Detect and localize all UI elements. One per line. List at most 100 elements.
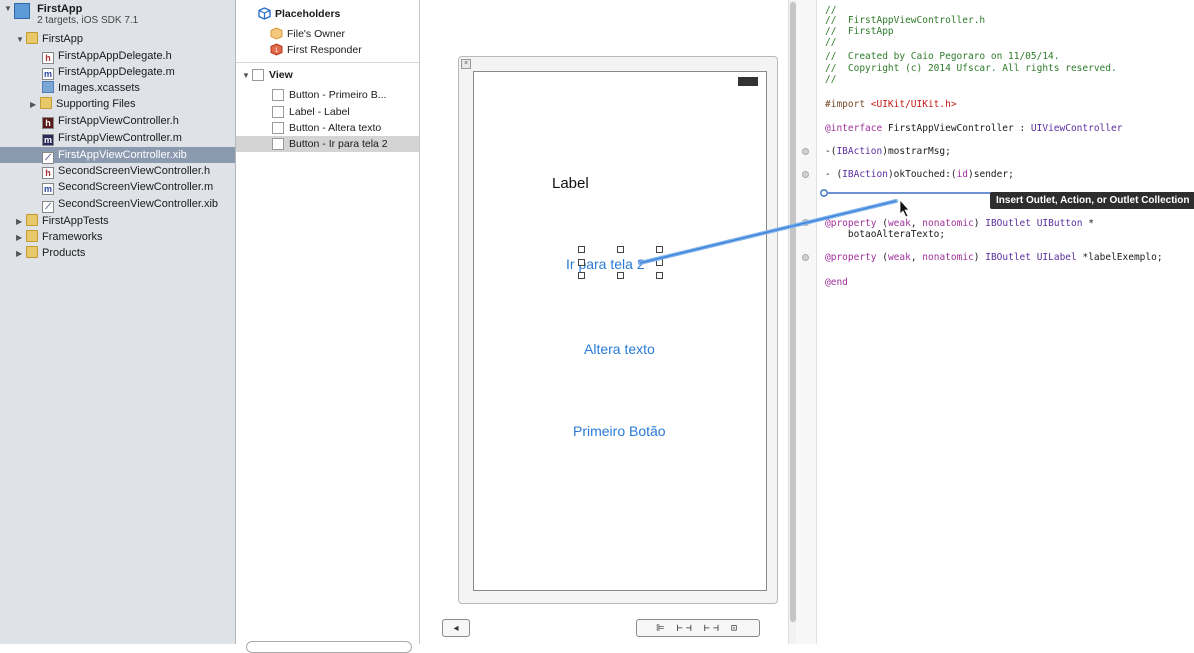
outline-button-ir[interactable]: Button - Ir para tela 2 (236, 136, 419, 152)
disclosure-triangle-icon[interactable]: ▼ (4, 3, 14, 15)
nav-item-appdelegate-m[interactable]: m FirstAppAppDelegate.m (42, 64, 175, 80)
nav-item-secondscreen-h[interactable]: h SecondScreenViewController.h (42, 163, 210, 179)
resize-handle[interactable] (578, 272, 585, 279)
toggle-outline-icon[interactable]: ◂ (442, 619, 470, 637)
code-line-method-1: -(IBAction)mostrarMsg; (825, 146, 951, 157)
nav-item-viewcontroller-h[interactable]: h FirstAppViewController.h (42, 113, 179, 129)
nav-item-label: FirstAppViewController.m (58, 132, 182, 144)
align-icon[interactable]: ⊫ (656, 623, 668, 634)
canvas-button-primeiro-botao[interactable]: Primeiro Botão (573, 423, 666, 439)
disclosure-triangle-icon[interactable]: ▶ (16, 246, 26, 262)
resize-handle[interactable] (656, 246, 663, 253)
resize-handle[interactable] (617, 246, 624, 253)
outline-button-altera[interactable]: Button - Altera texto (272, 120, 381, 136)
nav-item-appdelegate-h[interactable]: h FirstAppAppDelegate.h (42, 48, 172, 64)
connection-dot-icon[interactable] (802, 254, 809, 261)
code-line: // (825, 37, 837, 48)
outline-item-label: Button - Primeiro B... (289, 89, 387, 101)
resizing-icon[interactable]: ⊡ (731, 623, 740, 634)
disclosure-triangle-icon[interactable]: ▼ (16, 32, 26, 48)
nav-item-images-xcassets[interactable]: Images.xcassets (42, 80, 140, 96)
connection-dot-icon[interactable] (802, 171, 809, 178)
code-token: <UIKit/UIKit.h> (870, 99, 957, 110)
disclosure-triangle-icon[interactable]: ▼ (242, 68, 252, 84)
project-icon (14, 3, 30, 19)
button-object-icon (272, 138, 284, 150)
code-token: , (910, 218, 923, 229)
nav-item-secondscreen-m[interactable]: m SecondScreenViewController.m (42, 179, 213, 195)
code-line-property-2: @property (weak, nonatomic) IBOutlet UIL… (825, 252, 1163, 263)
nav-item-products[interactable]: ▶ Products (16, 245, 85, 261)
code-token: )mostrarMsg; (882, 146, 951, 157)
canvas-label[interactable]: Label (552, 175, 589, 192)
nav-item-supporting-files[interactable]: ▶ Supporting Files (30, 96, 136, 112)
implementation-file-icon: m (42, 68, 54, 80)
resize-handle[interactable] (617, 272, 624, 279)
nav-item-label: FirstAppViewController.h (58, 115, 179, 127)
code-line-method-2: - (IBAction)okTouched:(id)sender; (825, 169, 1014, 180)
connection-dot-icon[interactable] (802, 148, 809, 155)
disclosure-triangle-icon[interactable]: ▶ (30, 97, 40, 113)
battery-icon (738, 77, 758, 86)
outline-first-responder[interactable]: 1 First Responder (270, 42, 362, 58)
header-file-icon: h (42, 52, 54, 64)
code-token: @property (825, 252, 877, 263)
iphone-screen-view[interactable]: Label Ir para tela 2 Altera texto Primei… (473, 71, 767, 591)
folder-icon (40, 97, 52, 109)
nav-item-frameworks[interactable]: ▶ Frameworks (16, 229, 103, 245)
resize-handle[interactable] (578, 246, 585, 253)
interface-builder-canvas[interactable]: × Label Ir para tela 2 Altera texto Prim… (420, 0, 788, 644)
nav-item-label: FirstAppViewController.xib (58, 149, 187, 161)
canvas-button-altera-texto[interactable]: Altera texto (584, 341, 655, 357)
code-line: // (825, 74, 837, 85)
nav-item-label: SecondScreenViewController.xib (58, 198, 218, 210)
outline-view-header[interactable]: ▼ View (242, 67, 293, 83)
resolve-icon[interactable]: ⊢⊣ (704, 623, 722, 634)
code-token: FirstAppViewController : (882, 123, 1031, 134)
nav-item-label: FirstAppTests (42, 215, 109, 227)
nav-item-label: Images.xcassets (58, 82, 140, 94)
code-token: *labelExemplo; (1076, 252, 1163, 263)
nav-item-viewcontroller-m[interactable]: m FirstAppViewController.m (42, 130, 182, 146)
outline-label[interactable]: Label - Label (272, 104, 350, 120)
assistant-code-editor[interactable]: // // FirstAppViewController.h // FirstA… (817, 0, 1194, 644)
outline-button-primeiro[interactable]: Button - Primeiro B... (272, 87, 386, 103)
resize-handle[interactable] (578, 259, 585, 266)
header-file-icon: h (42, 167, 54, 179)
disclosure-triangle-icon[interactable]: ▶ (16, 214, 26, 230)
first-responder-cube-icon: 1 (270, 43, 283, 56)
header-file-icon: h (42, 117, 54, 129)
code-token: IBOutlet (985, 218, 1031, 229)
nav-item-label: FirstAppAppDelegate.m (58, 66, 175, 78)
document-outline: Placeholders File's Owner 1 First Respond… (236, 0, 420, 653)
nav-item-firstapp-folder[interactable]: ▼ FirstApp (16, 31, 83, 47)
implementation-file-icon: m (42, 134, 54, 146)
outline-item-label: Button - Altera texto (289, 122, 382, 134)
close-icon[interactable]: × (461, 59, 471, 69)
resize-handle[interactable] (656, 259, 663, 266)
device-frame: × Label Ir para tela 2 Altera texto Prim… (458, 56, 778, 604)
disclosure-triangle-icon[interactable]: ▶ (16, 230, 26, 246)
nav-item-viewcontroller-xib[interactable]: ⟋ FirstAppViewController.xib (0, 147, 235, 164)
layout-tools-group[interactable]: ⊫ ⊢⊣ ⊢⊣ ⊡ (636, 619, 760, 637)
code-line-property-1-cont: botaoAlteraTexto; (825, 229, 946, 240)
nav-item-label: Products (42, 247, 86, 259)
outline-filter-field[interactable] (246, 641, 412, 653)
code-token: UIButton (1030, 218, 1083, 229)
project-root-row[interactable]: ▼ FirstApp 2 targets, iOS SDK 7.1 (4, 3, 138, 31)
outline-section-title: Placeholders (275, 8, 341, 20)
pin-icon[interactable]: ⊢⊣ (677, 623, 695, 634)
code-token: ) (973, 218, 986, 229)
outline-divider (236, 62, 419, 63)
nav-item-label: Supporting Files (56, 98, 136, 110)
code-token: ( (876, 252, 888, 263)
code-token: , (910, 252, 923, 263)
nav-item-secondscreen-xib[interactable]: ⟋ SecondScreenViewController.xib (42, 196, 218, 213)
connection-dot-icon[interactable] (802, 219, 809, 226)
nav-item-label: FirstAppAppDelegate.h (58, 50, 172, 62)
resize-handle[interactable] (656, 272, 663, 279)
outline-files-owner[interactable]: File's Owner (270, 26, 345, 42)
code-line: // Copyright (c) 2014 Ufscar. All rights… (825, 63, 1117, 74)
nav-item-firstapptests[interactable]: ▶ FirstAppTests (16, 213, 109, 229)
code-line-import: #import <UIKit/UIKit.h> (825, 99, 957, 110)
